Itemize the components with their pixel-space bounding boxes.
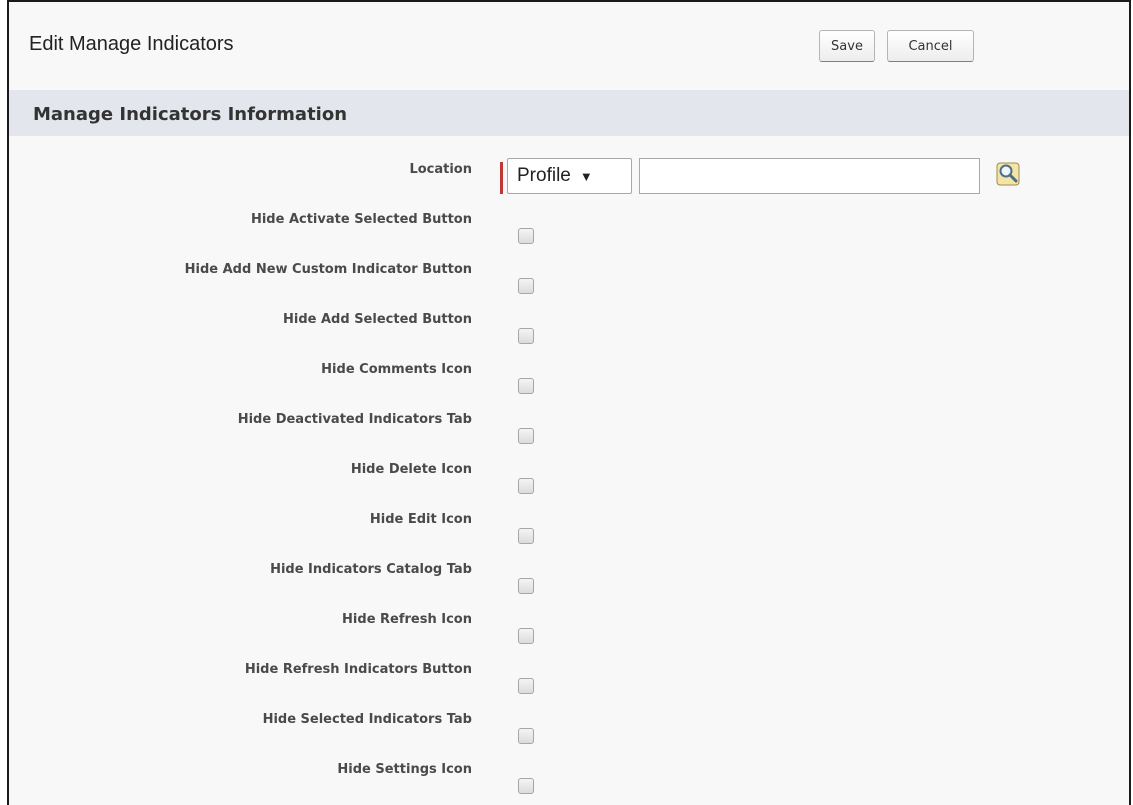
checkbox-row: Hide Add Selected Button <box>9 286 1129 344</box>
field-label: Hide Add Selected Button <box>283 312 472 327</box>
field-label: Hide Indicators Catalog Tab <box>270 562 472 577</box>
checkbox-row: Hide Indicators Catalog Tab <box>9 536 1129 594</box>
edit-panel: Edit Manage Indicators Save Cancel Manag… <box>7 0 1131 805</box>
field-label: Hide Activate Selected Button <box>250 212 472 227</box>
checkbox-row: Hide Comments Icon <box>9 336 1129 394</box>
field-label: Hide Add New Custom Indicator Button <box>184 262 472 277</box>
checkbox-row: Hide Add New Custom Indicator Button <box>9 236 1129 294</box>
checkbox-row: Hide Settings Icon <box>9 736 1129 794</box>
checkbox-row: Hide Delete Icon <box>9 436 1129 494</box>
checkbox-row: Hide Activate Selected Button <box>9 186 1129 244</box>
checkbox-row: Hide Deactivated Indicators Tab <box>9 386 1129 444</box>
save-button[interactable]: Save <box>819 30 875 62</box>
field-checkbox[interactable] <box>518 778 534 794</box>
field-label: Hide Refresh Icon <box>342 612 472 627</box>
field-label: Hide Settings Icon <box>337 762 472 777</box>
lookup-magnifier-icon[interactable] <box>996 161 1022 187</box>
section-header: Manage Indicators Information <box>9 90 1129 136</box>
location-row: Location Profile ▼ <box>9 136 1129 194</box>
page-title: Edit Manage Indicators <box>29 33 234 55</box>
dropdown-caret-icon: ▼ <box>579 168 593 184</box>
checkbox-row: Hide Refresh Indicators Button <box>9 636 1129 694</box>
location-type-value: Profile <box>517 165 571 186</box>
checkbox-row: Hide Edit Icon <box>9 486 1129 544</box>
checkbox-row: Hide Refresh Icon <box>9 586 1129 644</box>
checkbox-row: Hide Selected Indicators Tab <box>9 686 1129 744</box>
section-title: Manage Indicators Information <box>33 104 348 125</box>
field-label: Hide Comments Icon <box>321 362 472 377</box>
field-label: Hide Deactivated Indicators Tab <box>237 412 472 427</box>
cancel-button[interactable]: Cancel <box>887 30 974 62</box>
location-label: Location <box>409 162 472 177</box>
field-label: Hide Selected Indicators Tab <box>262 712 472 727</box>
field-label: Hide Edit Icon <box>369 512 472 527</box>
field-label: Hide Refresh Indicators Button <box>244 662 472 677</box>
page-header: Edit Manage Indicators Save Cancel <box>9 2 1129 90</box>
field-label: Hide Delete Icon <box>350 462 472 477</box>
